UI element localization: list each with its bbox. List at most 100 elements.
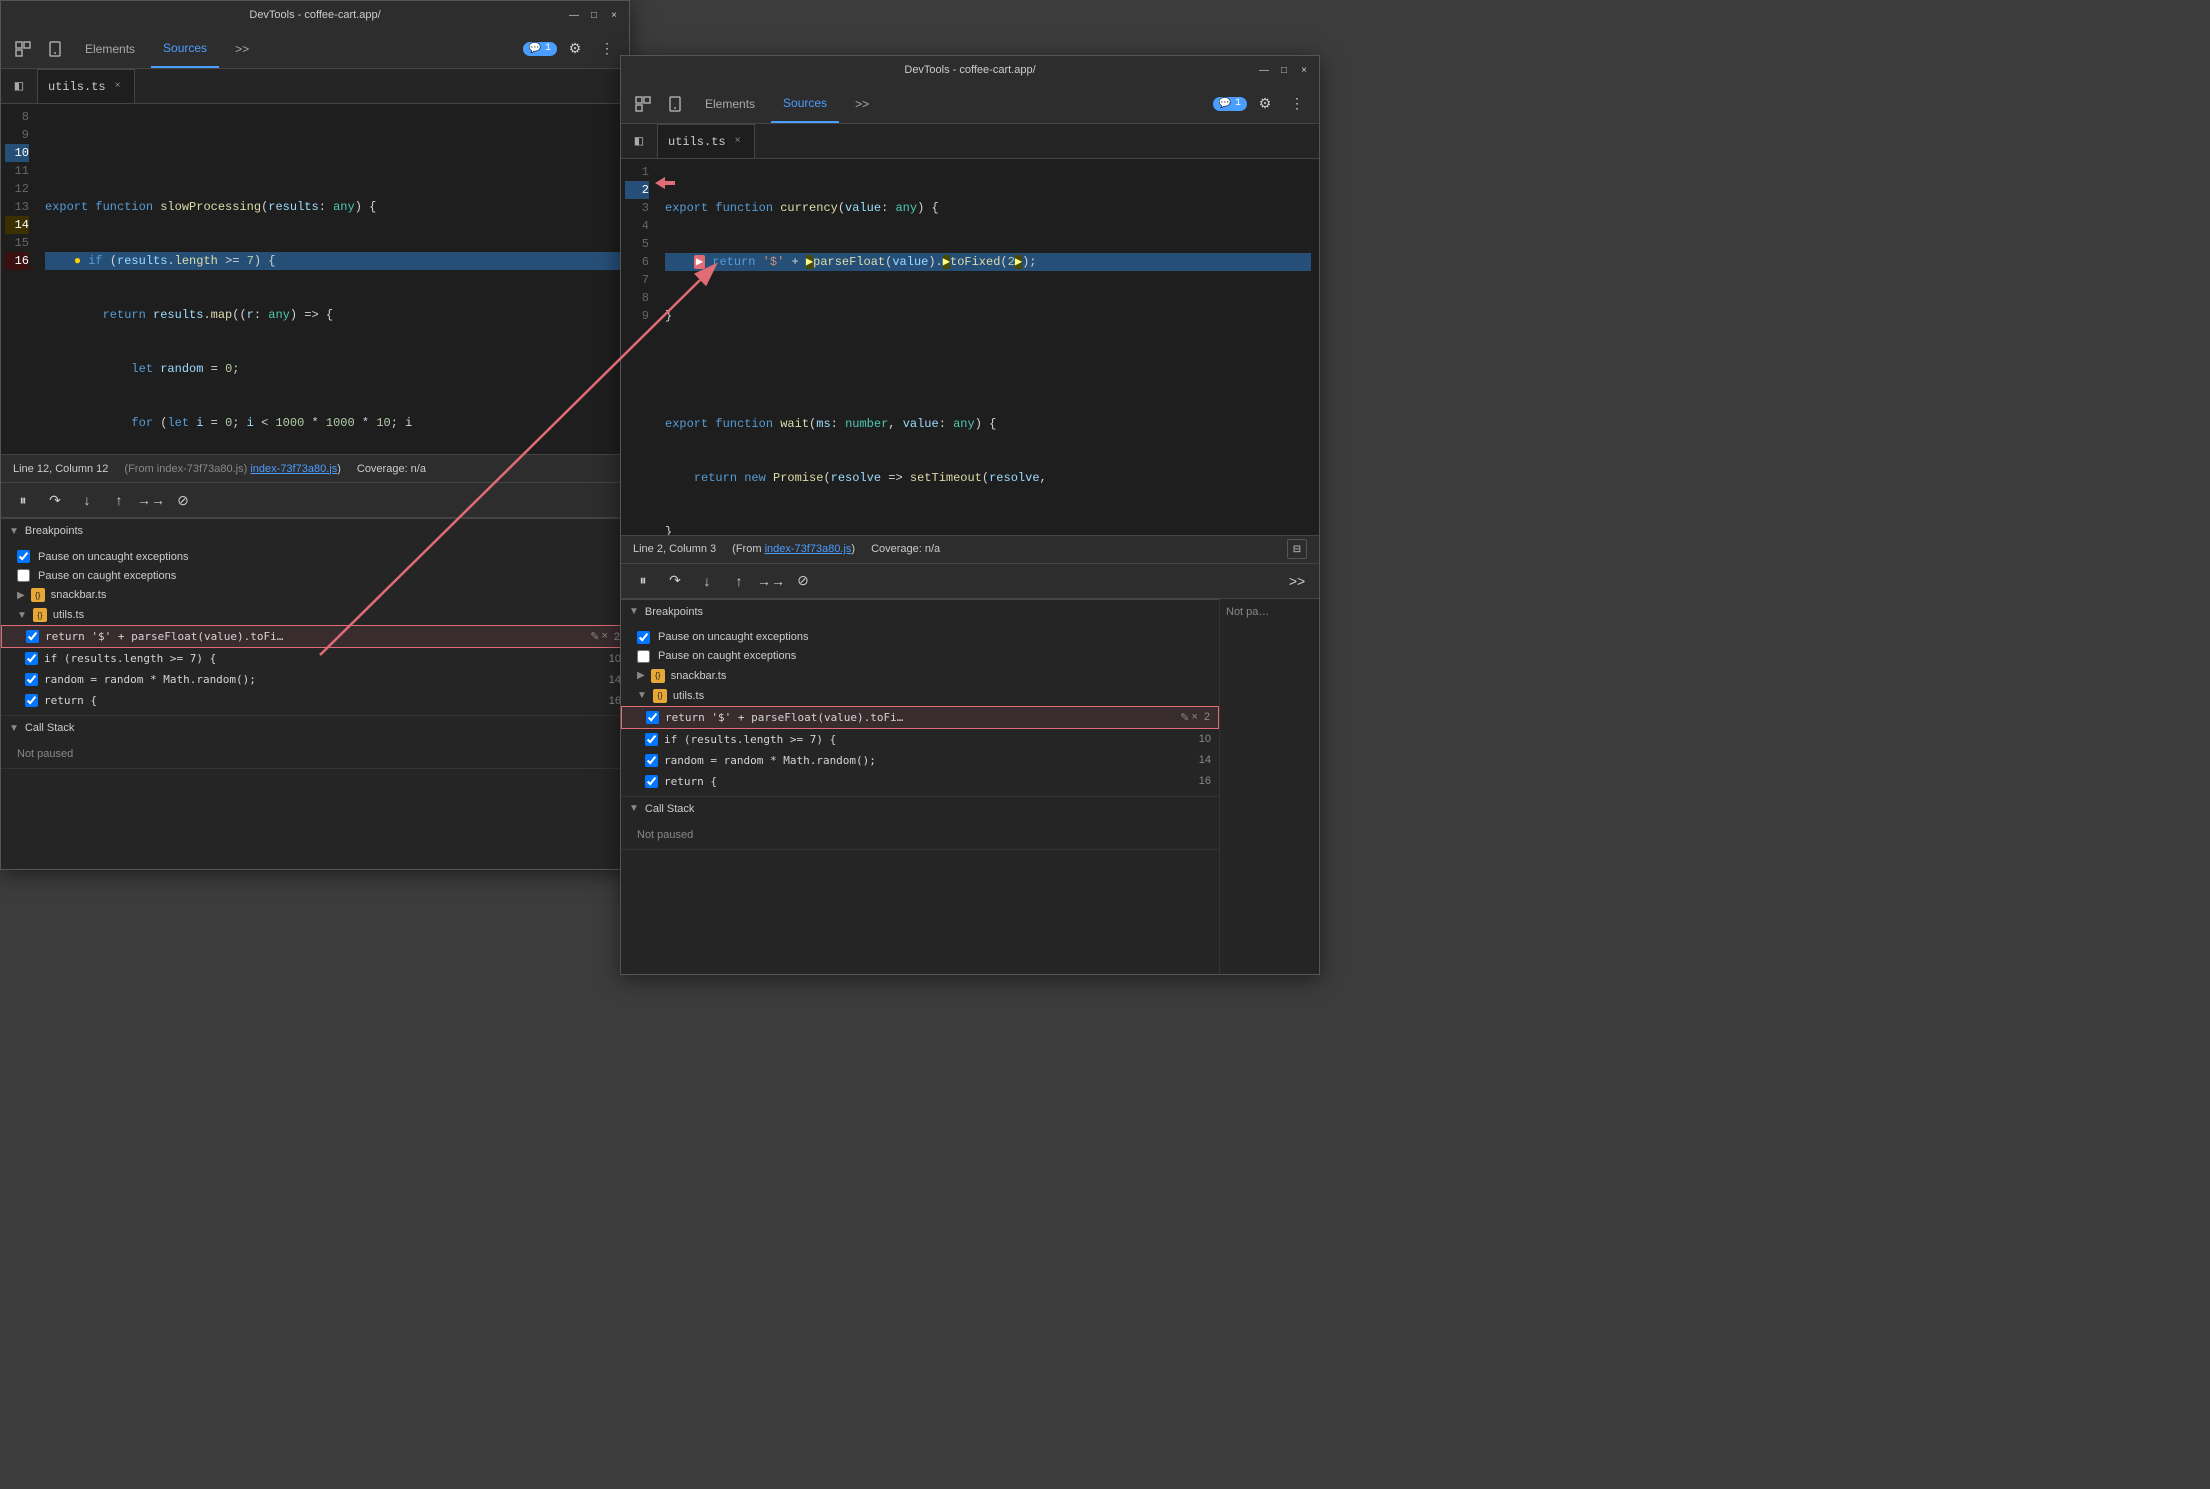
- device-icon-2[interactable]: [661, 90, 689, 118]
- step-over-btn-2[interactable]: ↷: [661, 567, 689, 595]
- minimize-button-2[interactable]: —: [1257, 63, 1271, 77]
- titlebar-2: DevTools - coffee-cart.app/ — □ ×: [621, 56, 1319, 84]
- bp-line-currency-2: 2: [1204, 711, 1210, 723]
- call-stack-chevron-1: ▼: [9, 723, 19, 734]
- continue-btn-1[interactable]: →→: [137, 486, 165, 514]
- bp-item-return-1[interactable]: return { 16: [1, 690, 629, 711]
- call-stack-section-1: ▼ Call Stack Not paused: [1, 716, 629, 769]
- step-into-btn-1[interactable]: ↓: [73, 486, 101, 514]
- inspect-icon-2[interactable]: [629, 90, 657, 118]
- bp-actions-currency-2: ✎ ×: [1180, 711, 1198, 724]
- inspect-icon[interactable]: [9, 35, 37, 63]
- tab-more-1[interactable]: >>: [223, 29, 261, 68]
- file-tabs-2: ◧ utils.ts ×: [621, 124, 1319, 159]
- bp-item-random-2[interactable]: random = random * Math.random(); 14: [621, 750, 1219, 771]
- step-out-btn-2[interactable]: ↑: [725, 567, 753, 595]
- pause-resume-btn-1[interactable]: ⏸: [9, 486, 37, 514]
- snackbar-chevron-2: ▶: [637, 670, 645, 681]
- bp-edit-currency-2[interactable]: ✎: [1180, 711, 1189, 724]
- utils-icon-2: {}: [653, 689, 667, 703]
- breakpoints-header-1[interactable]: ▼ Breakpoints: [1, 519, 629, 543]
- source-link-1[interactable]: index-73f73a80.js: [250, 463, 337, 475]
- utils-label-2: utils.ts: [673, 690, 704, 702]
- sidebar-toggle-1[interactable]: ◧: [5, 72, 33, 100]
- bp-checkbox-length-2[interactable]: [645, 733, 658, 746]
- devtools-window-1: DevTools - coffee-cart.app/ — □ × Elemen…: [0, 0, 630, 870]
- close-button-2[interactable]: ×: [1297, 63, 1311, 77]
- deactivate-btn-1[interactable]: ⊘: [169, 486, 197, 514]
- tab-sources-1[interactable]: Sources: [151, 29, 219, 68]
- maximize-button-1[interactable]: □: [587, 8, 601, 22]
- breakpoints-header-2[interactable]: ▼ Breakpoints: [621, 600, 1219, 624]
- bp-delete-currency-2[interactable]: ×: [1191, 711, 1197, 724]
- deactivate-btn-2[interactable]: ⊘: [789, 567, 817, 595]
- more-panel-btn-2[interactable]: >>: [1283, 567, 1311, 595]
- call-stack-header-1[interactable]: ▼ Call Stack: [1, 716, 629, 740]
- status-bar-2: Line 2, Column 3 (From index-73f73a80.js…: [621, 535, 1319, 563]
- pause-resume-btn-2[interactable]: ⏸: [629, 567, 657, 595]
- tab-more-2[interactable]: >>: [843, 84, 881, 123]
- coverage-1: Coverage: n/a: [357, 463, 426, 475]
- step-into-btn-2[interactable]: ↓: [693, 567, 721, 595]
- bp-delete-currency-1[interactable]: ×: [601, 630, 607, 643]
- tab-elements[interactable]: Elements: [73, 29, 147, 68]
- bp-code-currency-2: return '$' + parseFloat(value).toFi…: [665, 711, 1174, 724]
- bp-item-length-2[interactable]: if (results.length >= 7) { 10: [621, 729, 1219, 750]
- source-map-2: (From index-73f73a80.js): [732, 543, 855, 555]
- minimize-button-1[interactable]: —: [567, 8, 581, 22]
- file-tab-close-2[interactable]: ×: [732, 135, 744, 148]
- device-icon[interactable]: [41, 35, 69, 63]
- code-editor-2[interactable]: 1 2 3 4 5 6 7 8 9 export function curren…: [621, 159, 1319, 535]
- snackbar-ts-item-1[interactable]: ▶ {} snackbar.ts: [1, 585, 629, 605]
- step-out-btn-1[interactable]: ↑: [105, 486, 133, 514]
- line-numbers-1: 8 9 10 11 12 13 14 15 16: [1, 104, 37, 454]
- bp-checkbox-currency-1[interactable]: [26, 630, 39, 643]
- pause-uncaught-checkbox-1[interactable]: [17, 550, 30, 563]
- coverage-toggle-2[interactable]: ⊟: [1287, 539, 1307, 559]
- snackbar-ts-item-2[interactable]: ▶ {} snackbar.ts: [621, 666, 1219, 686]
- bp-checkbox-currency-2[interactable]: [646, 711, 659, 724]
- bp-checkbox-random-1[interactable]: [25, 673, 38, 686]
- continue-btn-2[interactable]: →→: [757, 567, 785, 595]
- pause-uncaught-row-2: Pause on uncaught exceptions: [621, 628, 1219, 647]
- maximize-button-2[interactable]: □: [1277, 63, 1291, 77]
- bp-checkbox-return-2[interactable]: [645, 775, 658, 788]
- close-button-1[interactable]: ×: [607, 8, 621, 22]
- step-over-btn-1[interactable]: ↷: [41, 486, 69, 514]
- call-stack-header-2[interactable]: ▼ Call Stack: [621, 797, 1219, 821]
- pause-caught-label-2: Pause on caught exceptions: [658, 650, 796, 662]
- bp-checkbox-return-1[interactable]: [25, 694, 38, 707]
- gear-icon-1[interactable]: ⚙: [561, 35, 589, 63]
- breakpoints-chevron-2: ▼: [629, 606, 639, 617]
- pause-caught-checkbox-1[interactable]: [17, 569, 30, 582]
- tab-elements-2[interactable]: Elements: [693, 84, 767, 123]
- breakpoints-label-1: Breakpoints: [25, 525, 83, 537]
- source-link-2[interactable]: index-73f73a80.js: [765, 543, 852, 555]
- bp-checkbox-length-1[interactable]: [25, 652, 38, 665]
- file-tab-utils-1[interactable]: utils.ts ×: [37, 69, 135, 103]
- more-icon-2[interactable]: ⋮: [1283, 90, 1311, 118]
- debug-toolbar-1: ⏸ ↷ ↓ ↑ →→ ⊘: [1, 482, 629, 518]
- bp-code-length-2: if (results.length >= 7) {: [664, 733, 1193, 746]
- gear-icon-2[interactable]: ⚙: [1251, 90, 1279, 118]
- snackbar-icon-1: {}: [31, 588, 45, 602]
- bp-item-random-1[interactable]: random = random * Math.random(); 14: [1, 669, 629, 690]
- file-tab-close-1[interactable]: ×: [112, 80, 124, 93]
- file-tab-utils-2[interactable]: utils.ts ×: [657, 124, 755, 158]
- utils-ts-item-1[interactable]: ▼ {} utils.ts: [1, 605, 629, 625]
- bp-item-currency-2[interactable]: return '$' + parseFloat(value).toFi… ✎ ×…: [621, 706, 1219, 729]
- source-map-1: (From index-73f73a80.js) index-73f73a80.…: [124, 463, 340, 475]
- tab-sources-2[interactable]: Sources: [771, 84, 839, 123]
- bp-line-return-2: 16: [1199, 775, 1211, 787]
- bp-checkbox-random-2[interactable]: [645, 754, 658, 767]
- bp-item-return-2[interactable]: return { 16: [621, 771, 1219, 792]
- more-icon-1[interactable]: ⋮: [593, 35, 621, 63]
- bp-item-length-1[interactable]: if (results.length >= 7) { 10: [1, 648, 629, 669]
- bp-item-currency-1[interactable]: return '$' + parseFloat(value).toFi… ✎ ×…: [1, 625, 629, 648]
- utils-ts-item-2[interactable]: ▼ {} utils.ts: [621, 686, 1219, 706]
- pause-uncaught-checkbox-2[interactable]: [637, 631, 650, 644]
- code-editor-1[interactable]: 8 9 10 11 12 13 14 15 16 export function…: [1, 104, 629, 454]
- pause-caught-checkbox-2[interactable]: [637, 650, 650, 663]
- bp-edit-currency-1[interactable]: ✎: [590, 630, 599, 643]
- sidebar-toggle-2[interactable]: ◧: [625, 127, 653, 155]
